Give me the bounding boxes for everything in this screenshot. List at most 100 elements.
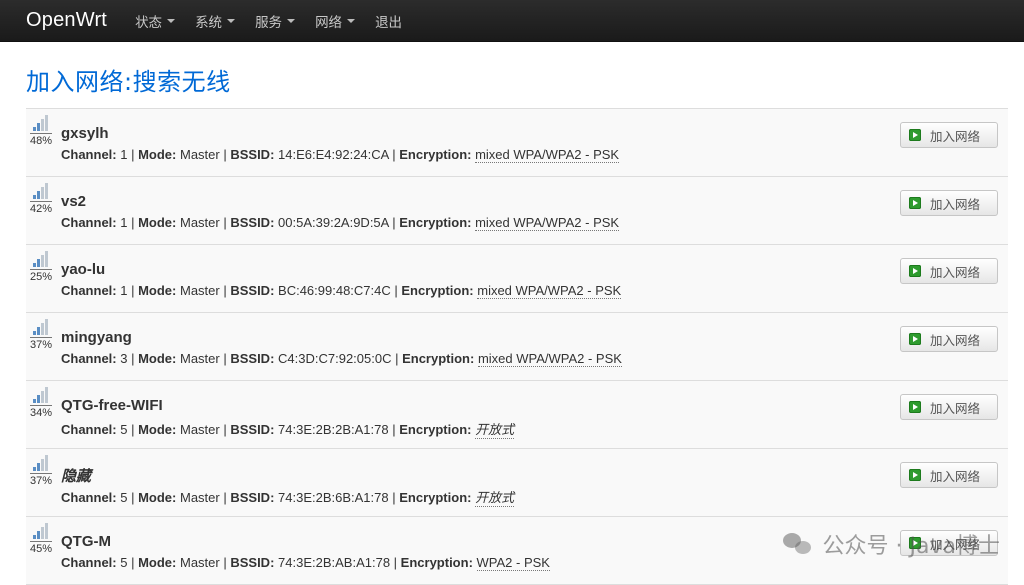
menu-item-0[interactable]: 状态 xyxy=(125,11,185,31)
wechat-icon xyxy=(782,533,813,555)
channel-label: Channel: xyxy=(61,422,117,437)
signal-indicator: 48% xyxy=(28,115,54,149)
network-info: Channel: 3 | Mode: Master | BSSID: C4:3D… xyxy=(61,351,622,367)
mode-label: Mode: xyxy=(138,283,177,298)
bssid-label: BSSID: xyxy=(230,351,275,366)
mode-value: Master xyxy=(180,555,220,570)
signal-percent: 37% xyxy=(29,473,53,487)
encryption-label: Encryption: xyxy=(399,215,472,230)
mode-value: Master xyxy=(180,283,220,298)
channel-value: 3 xyxy=(120,351,128,366)
channel-value: 5 xyxy=(120,422,128,437)
channel-value: 1 xyxy=(120,283,128,298)
bssid-value: 74:3E:2B:AB:A1:78 xyxy=(278,555,391,570)
network-info: Channel: 1 | Mode: Master | BSSID: 00:5A… xyxy=(61,215,620,231)
bssid-value: BC:46:99:48:C7:4C xyxy=(278,283,391,298)
bssid-value: 74:3E:2B:6B:A1:78 xyxy=(278,490,389,505)
menu-item-4[interactable]: 退出 xyxy=(365,11,412,31)
channel-label: Channel: xyxy=(61,147,117,162)
menu-item-label: 系统 xyxy=(195,14,223,30)
bssid-value: C4:3D:C7:92:05:0C xyxy=(278,351,392,366)
join-network-button[interactable]: 加入网络 xyxy=(900,122,998,148)
network-info: Channel: 1 | Mode: Master | BSSID: BC:46… xyxy=(61,283,622,299)
brand-logo[interactable]: OpenWrt xyxy=(26,9,107,32)
join-network-button[interactable]: 加入网络 xyxy=(900,258,998,284)
join-network-button[interactable]: 加入网络 xyxy=(900,462,998,488)
network-ssid: QTG-free-WIFI xyxy=(61,397,163,414)
signal-percent: 25% xyxy=(29,269,53,283)
network-info: Channel: 5 | Mode: Master | BSSID: 74:3E… xyxy=(61,555,550,571)
encryption-label: Encryption: xyxy=(400,555,473,570)
encryption-value: mixed WPA/WPA2 - PSK xyxy=(477,283,622,299)
menu-item-label: 退出 xyxy=(375,14,403,30)
menu-item-2[interactable]: 服务 xyxy=(245,11,305,31)
caret-down-icon xyxy=(347,19,356,23)
play-icon xyxy=(909,129,921,141)
menu-item-label: 服务 xyxy=(255,14,283,30)
join-button-label: 加入网络 xyxy=(930,333,981,348)
encryption-value: mixed WPA/WPA2 - PSK xyxy=(475,147,620,163)
signal-indicator: 42% xyxy=(28,183,54,217)
menu-item-label: 状态 xyxy=(135,14,163,30)
mode-label: Mode: xyxy=(138,490,177,505)
encryption-value: 开放式 xyxy=(475,491,515,507)
mode-label: Mode: xyxy=(138,422,177,437)
main-menu: 状态 系统 服务 网络 退出 xyxy=(125,11,412,31)
mode-value: Master xyxy=(180,422,220,437)
play-icon xyxy=(909,469,921,481)
network-ssid: gxsylh xyxy=(61,125,109,142)
network-ssid: QTG-M xyxy=(61,533,111,550)
signal-indicator: 37% xyxy=(28,455,54,489)
signal-indicator: 34% xyxy=(28,387,54,421)
encryption-value: WPA2 - PSK xyxy=(476,555,550,571)
join-network-button[interactable]: 加入网络 xyxy=(900,394,998,420)
channel-label: Channel: xyxy=(61,351,117,366)
encryption-value: mixed WPA/WPA2 - PSK xyxy=(477,351,622,367)
mode-value: Master xyxy=(180,215,220,230)
play-icon xyxy=(909,197,921,209)
bssid-label: BSSID: xyxy=(230,555,275,570)
signal-strength-icon xyxy=(32,319,50,335)
channel-label: Channel: xyxy=(61,490,117,505)
signal-percent: 45% xyxy=(29,541,53,555)
join-network-button[interactable]: 加入网络 xyxy=(900,190,998,216)
encryption-label: Encryption: xyxy=(401,283,474,298)
encryption-value: mixed WPA/WPA2 - PSK xyxy=(475,215,620,231)
mode-value: Master xyxy=(180,351,220,366)
network-row: 37% 隐藏 Channel: 5 | Mode: Master | BSSID: … xyxy=(26,449,1008,517)
signal-indicator: 25% xyxy=(28,251,54,285)
bssid-value: 00:5A:39:2A:9D:5A xyxy=(278,215,389,230)
network-row: 42% vs2 Channel: 1 | Mode: Master | BSSID:… xyxy=(26,177,1008,245)
signal-strength-icon xyxy=(32,251,50,267)
menu-item-1[interactable]: 系统 xyxy=(185,11,245,31)
network-row: 37% mingyang Channel: 3 | Mode: Master | B… xyxy=(26,313,1008,381)
join-button-label: 加入网络 xyxy=(930,401,981,416)
mode-label: Mode: xyxy=(138,215,177,230)
bssid-label: BSSID: xyxy=(230,147,275,162)
encryption-label: Encryption: xyxy=(399,147,472,162)
bssid-label: BSSID: xyxy=(230,490,275,505)
menu-item-3[interactable]: 网络 xyxy=(305,11,365,31)
encryption-label: Encryption: xyxy=(399,490,472,505)
network-info: Channel: 1 | Mode: Master | BSSID: 14:E6… xyxy=(61,147,620,163)
join-button-label: 加入网络 xyxy=(930,265,981,280)
caret-down-icon xyxy=(287,19,296,23)
channel-value: 5 xyxy=(120,490,128,505)
join-button-label: 加入网络 xyxy=(930,197,981,212)
watermark-text: 公众号 · Java博士 xyxy=(822,534,1000,559)
network-info: Channel: 5 | Mode: Master | BSSID: 74:3E… xyxy=(61,422,515,439)
page-title: 加入网络:搜索无线 xyxy=(26,68,231,96)
signal-strength-icon xyxy=(32,183,50,199)
bssid-label: BSSID: xyxy=(230,422,275,437)
mode-value: Master xyxy=(180,490,220,505)
bssid-label: BSSID: xyxy=(230,283,275,298)
play-icon xyxy=(909,333,921,345)
channel-value: 1 xyxy=(120,147,128,162)
play-icon xyxy=(909,401,921,413)
network-list: 48% gxsylh Channel: 1 | Mode: Master | BSS… xyxy=(26,108,1008,585)
signal-indicator: 37% xyxy=(28,319,54,353)
encryption-label: Encryption: xyxy=(402,351,475,366)
join-network-button[interactable]: 加入网络 xyxy=(900,326,998,352)
signal-percent: 34% xyxy=(29,405,53,419)
signal-percent: 42% xyxy=(29,201,53,215)
